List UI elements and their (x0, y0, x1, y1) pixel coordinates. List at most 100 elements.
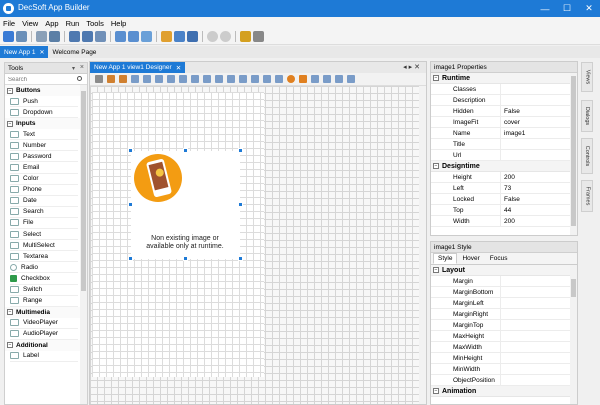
add-frame-icon[interactable] (141, 31, 152, 42)
align-top-icon[interactable] (167, 75, 175, 83)
publish-icon[interactable] (187, 31, 198, 42)
collapse-icon[interactable]: − (7, 87, 13, 94)
search-icon[interactable] (77, 76, 82, 81)
property-row[interactable]: Classes (431, 84, 577, 95)
style-row[interactable]: MaxHeight (431, 331, 577, 342)
style-property-value[interactable] (501, 287, 577, 297)
space-vertical-icon[interactable] (251, 75, 259, 83)
stop-icon[interactable] (220, 31, 231, 42)
group-inputs[interactable]: − Inputs (5, 118, 87, 130)
property-value[interactable]: False (501, 194, 577, 204)
add-view-icon[interactable] (115, 31, 126, 42)
collapse-icon[interactable]: − (7, 309, 13, 316)
menu-view[interactable]: View (22, 19, 38, 28)
add-dialog-icon[interactable] (128, 31, 139, 42)
tool-textarea[interactable]: Textarea (10, 251, 78, 263)
resize-handle[interactable] (238, 256, 243, 261)
tab-hover[interactable]: Hover (457, 253, 484, 264)
space-horizontal-icon[interactable] (239, 75, 247, 83)
scrollbar[interactable] (80, 85, 87, 404)
image-control[interactable]: Non existing image or available only at … (131, 151, 240, 259)
property-row[interactable]: Hidden False (431, 106, 577, 117)
style-row[interactable]: MarginLeft (431, 298, 577, 309)
search-input[interactable] (8, 75, 78, 84)
side-tab-dialogs[interactable]: Dialogs (581, 100, 593, 132)
property-row[interactable]: Locked False (431, 194, 577, 205)
group-designtime[interactable]: − Designtime (431, 161, 577, 172)
menu-tools[interactable]: Tools (86, 19, 104, 28)
style-property-value[interactable] (501, 298, 577, 308)
tool-checkbox[interactable]: Checkbox (10, 273, 78, 285)
close-icon[interactable]: ✕ (39, 49, 44, 56)
tool-number[interactable]: Number (10, 140, 78, 152)
tool-label[interactable]: Label (10, 351, 78, 362)
property-value[interactable]: 200 (501, 216, 577, 226)
close-icon[interactable]: ✕ (176, 64, 181, 72)
view-page[interactable]: Non existing image or available only at … (92, 92, 264, 377)
new-icon[interactable] (3, 31, 14, 42)
property-value[interactable]: 44 (501, 205, 577, 215)
collapse-icon[interactable]: − (433, 267, 439, 273)
same-height-icon[interactable] (215, 75, 223, 83)
settings-icon[interactable] (253, 31, 264, 42)
tool-range[interactable]: Range (10, 296, 78, 307)
tab-style[interactable]: Style (433, 253, 458, 264)
zoom-icon[interactable] (335, 75, 343, 83)
group-runtime[interactable]: − Runtime (431, 73, 577, 84)
side-tab-frames[interactable]: Frames (581, 180, 593, 212)
unlock-icon[interactable] (119, 75, 127, 83)
save-icon[interactable] (69, 31, 80, 42)
property-value[interactable] (501, 139, 577, 149)
tab-focus[interactable]: Focus (485, 253, 513, 264)
resize-handle[interactable] (128, 256, 133, 261)
scrollbar-thumb[interactable] (571, 76, 576, 226)
style-property-value[interactable] (501, 375, 577, 385)
style-row[interactable]: Margin (431, 276, 577, 287)
property-row[interactable]: Top 44 (431, 205, 577, 216)
options-icon[interactable] (240, 31, 251, 42)
collapse-icon[interactable]: − (7, 120, 13, 127)
scrollbar[interactable] (570, 265, 577, 404)
select-tool-icon[interactable] (95, 75, 103, 83)
collapse-icon[interactable]: − (433, 388, 439, 394)
menu-run[interactable]: Run (66, 19, 80, 28)
property-row[interactable]: Title (431, 139, 577, 150)
style-row[interactable]: ObjectPosition (431, 375, 577, 386)
style-row[interactable]: MinHeight (431, 353, 577, 364)
style-property-value[interactable] (501, 276, 577, 286)
pin-icon[interactable]: ▾ (72, 65, 75, 72)
menu-file[interactable]: File (3, 19, 15, 28)
collapse-icon[interactable]: − (433, 75, 439, 81)
lock-icon[interactable] (107, 75, 115, 83)
tab-nav-arrows[interactable]: ◂▸✕ (403, 63, 422, 71)
scrollbar[interactable] (570, 73, 577, 235)
style-row[interactable]: MaxWidth (431, 342, 577, 353)
tool-search[interactable]: Search (10, 207, 78, 218)
same-width-icon[interactable] (203, 75, 211, 83)
scrollbar-thumb[interactable] (81, 91, 86, 291)
run-icon[interactable] (207, 31, 218, 42)
snap-icon[interactable] (323, 75, 331, 83)
design-canvas[interactable]: Non existing image or available only at … (90, 86, 426, 404)
minimize-button[interactable]: — (534, 0, 556, 17)
tool-dropdown[interactable]: Dropdown (10, 107, 78, 119)
grid-icon[interactable] (311, 75, 319, 83)
bring-front-icon[interactable] (287, 75, 295, 83)
side-tab-controls[interactable]: Controls (581, 138, 593, 174)
resize-handle[interactable] (128, 148, 133, 153)
tool-multiselect[interactable]: MultiSelect (10, 240, 78, 252)
property-value[interactable] (501, 150, 577, 160)
print-icon[interactable] (95, 31, 106, 42)
preview-icon[interactable] (347, 75, 355, 83)
resize-handle[interactable] (238, 202, 243, 207)
collapse-icon[interactable]: − (7, 342, 13, 349)
property-value[interactable]: 73 (501, 183, 577, 193)
scrollbar[interactable] (419, 86, 426, 404)
style-property-value[interactable] (501, 331, 577, 341)
build-icon[interactable] (174, 31, 185, 42)
group-buttons[interactable]: − Buttons (5, 85, 87, 96)
tool-color[interactable]: Color (10, 174, 78, 185)
close-window-button[interactable]: ✕ (578, 0, 600, 17)
tool-switch[interactable]: Switch (10, 285, 78, 296)
style-property-value[interactable] (501, 353, 577, 363)
